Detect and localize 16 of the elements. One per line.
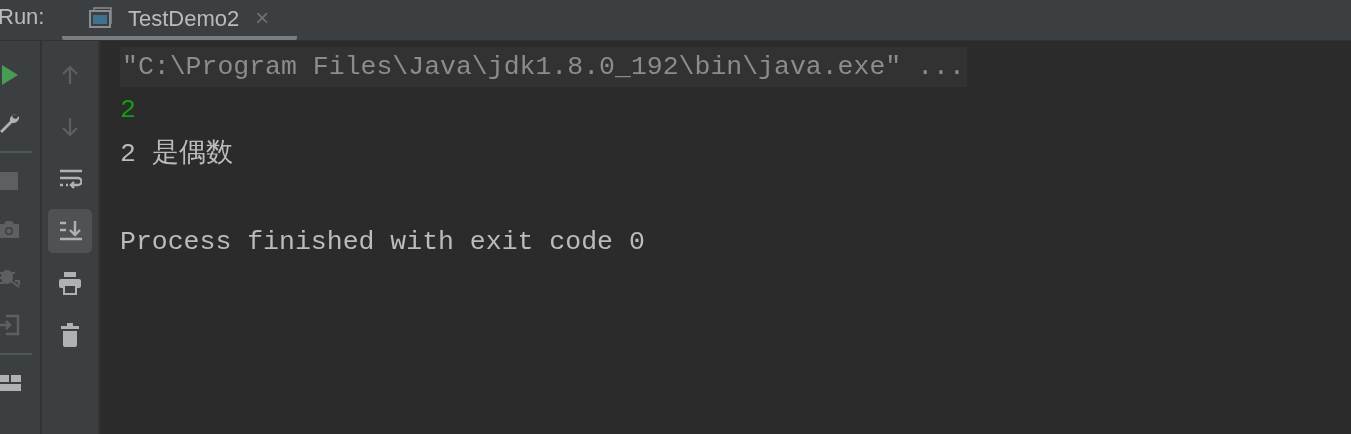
command-line-text: "C:\Program Files\Java\jdk1.8.0_192\bin\java.exe" ...	[120, 47, 967, 87]
soft-wrap-icon	[58, 167, 82, 191]
exit-message: Process finished with exit code 0	[120, 226, 645, 260]
console-window-icon	[88, 7, 112, 29]
user-input-text: 2	[120, 94, 136, 128]
run-tab[interactable]: TestDemo2 ×	[62, 0, 298, 40]
tab-title: TestDemo2	[128, 4, 240, 33]
stop-icon	[0, 169, 21, 193]
wrench-icon	[0, 111, 21, 135]
sign-in-icon	[0, 313, 21, 337]
trash-icon	[58, 323, 82, 347]
scroll-to-end-icon	[58, 219, 82, 243]
run-label: Run:	[0, 3, 45, 31]
output-text: 2 是偶数	[120, 138, 233, 172]
print-icon	[58, 271, 82, 295]
toolbar-button[interactable]	[48, 209, 92, 253]
